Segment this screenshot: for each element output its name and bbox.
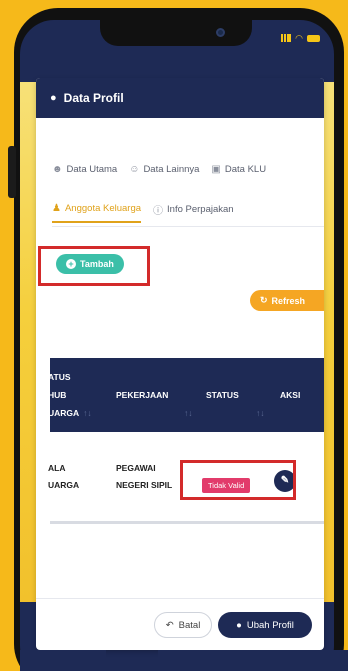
tab-row-2: ♟ Anggota Keluarga ⓘ Info Perpajakan: [52, 202, 234, 223]
status-bar-icons: ◠: [279, 33, 320, 43]
highlight-box-row-actions: [180, 460, 296, 500]
phone-screen: ◠ ● Data Profil ☻ Data Utama ☺ Data Lain…: [20, 20, 334, 671]
ubah-label: Ubah Profil: [246, 619, 294, 631]
user-icon: ●: [50, 92, 57, 104]
camera-icon: [216, 28, 225, 37]
header-text: HUB: [48, 390, 67, 400]
sort-icon: ↑↓: [256, 408, 265, 418]
tab-data-klu[interactable]: ▣ Data KLU: [211, 164, 266, 181]
cell-text: UARGA: [48, 480, 80, 490]
cell-pekerjaan: PEGAWAI NEGERI SIPIL: [116, 460, 172, 494]
card-header: ● Data Profil: [36, 78, 324, 118]
batal-button[interactable]: ↶ Batal: [154, 612, 212, 638]
batal-label: Batal: [178, 619, 201, 631]
cube-icon: ▣: [211, 164, 221, 175]
signal-icon: [279, 34, 292, 42]
plus-icon: +: [66, 259, 76, 269]
header-pekerjaan[interactable]: PEKERJAAN ↑↓: [116, 386, 193, 422]
tab-label: Data Lainnya: [143, 164, 200, 175]
tab-data-lainnya[interactable]: ☺ Data Lainnya: [129, 164, 199, 181]
sort-icon: ↑↓: [184, 408, 193, 418]
wifi-icon: ◠: [295, 33, 303, 43]
user-group-icon: ☺: [129, 164, 140, 175]
cell-hub-keluarga: ALA UARGA: [48, 460, 79, 494]
undo-icon: ↶: [165, 619, 174, 631]
sort-icon: ↑↓: [83, 408, 92, 418]
header-status[interactable]: STATUS ↑↓: [206, 386, 265, 422]
tab-divider: [52, 226, 324, 227]
tab-data-utama[interactable]: ☻ Data Utama: [52, 164, 117, 181]
tab-label: Info Perpajakan: [167, 204, 234, 215]
footer-divider: [36, 598, 324, 599]
refresh-icon: ↻: [260, 295, 268, 305]
info-circle-icon: ⓘ: [153, 206, 164, 217]
tab-label: Anggota Keluarga: [64, 203, 142, 214]
phone-side-button: [8, 146, 16, 198]
tambah-label: Tambah: [80, 259, 114, 269]
refresh-button[interactable]: ↻ Refresh: [250, 290, 324, 311]
table-header: ATUS HUB UARGA ↑↓ PEKERJAAN ↑↓ STATUS ↑↓ …: [48, 358, 324, 432]
bottom-bar-left: [20, 650, 106, 671]
tab-info-perpajakan[interactable]: ⓘ Info Perpajakan: [153, 202, 234, 223]
bottom-bar-right: [158, 650, 348, 671]
user-outline-icon: ☻: [52, 164, 63, 175]
cell-text: PEGAWAI: [116, 463, 156, 473]
battery-icon: [307, 34, 320, 42]
header-text: UARGA: [48, 408, 80, 418]
header-status-hub[interactable]: ATUS HUB UARGA ↑↓: [48, 368, 92, 422]
tab-label: Data KLU: [224, 164, 267, 175]
header-text: ATUS: [48, 372, 71, 382]
user-edit-icon: ●: [236, 619, 242, 631]
refresh-label: Refresh: [271, 295, 306, 306]
cell-text: NEGERI SIPIL: [116, 480, 173, 490]
header-text: PEKERJAAN: [116, 390, 169, 400]
header-aksi: AKSI: [280, 386, 300, 404]
profile-card: ● Data Profil ☻ Data Utama ☺ Data Lainny…: [36, 78, 324, 650]
tab-label: Data Utama: [66, 164, 118, 175]
header-text: STATUS: [206, 390, 239, 400]
card-title: Data Profil: [63, 91, 124, 105]
tab-row-1: ☻ Data Utama ☺ Data Lainnya ▣ Data KLU: [52, 164, 266, 181]
tambah-button[interactable]: + Tambah: [56, 254, 124, 274]
header-text: AKSI: [280, 390, 301, 400]
ubah-profil-button[interactable]: ● Ubah Profil: [218, 612, 312, 638]
phone-notch: [100, 20, 252, 46]
family-icon: ♟: [52, 203, 61, 214]
cell-text: ALA: [48, 463, 66, 473]
tab-anggota-keluarga[interactable]: ♟ Anggota Keluarga: [52, 202, 142, 223]
